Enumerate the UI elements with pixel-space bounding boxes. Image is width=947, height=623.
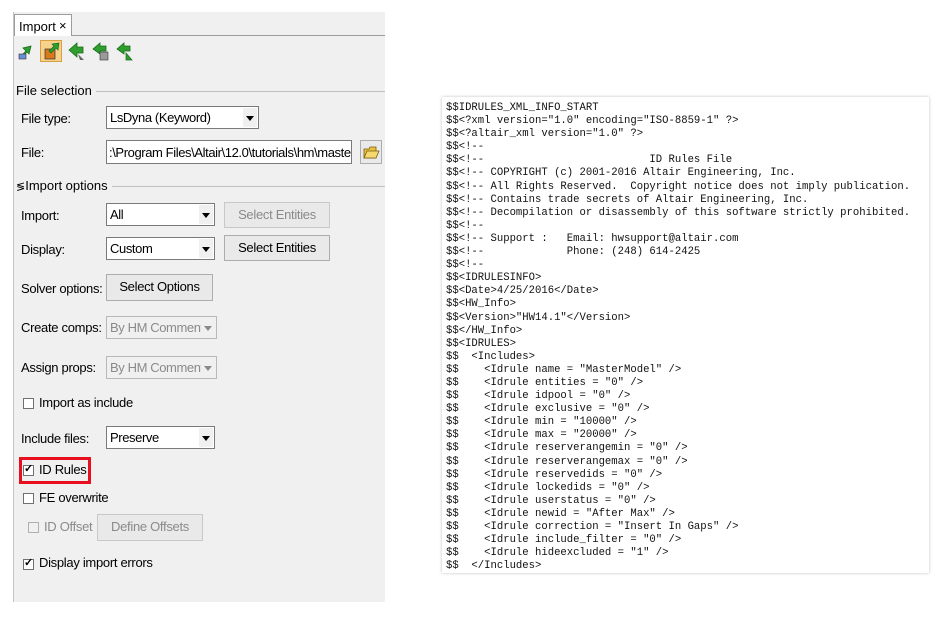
tab-import[interactable]: Import × [14, 14, 72, 36]
display-select[interactable]: Custom [106, 237, 215, 260]
section-divider [106, 186, 385, 187]
include-files-label: Include files: [21, 431, 90, 446]
code-line: $$<?xml version="1.0" encoding="ISO-8859… [446, 115, 739, 128]
code-line: $$ <Idrule newid = "After Max" /> [446, 507, 675, 520]
code-line: $$ <Idrule max = "20000" /> [446, 429, 637, 442]
code-line: $$<!-- Support : Email: hwsupport@altair… [446, 232, 739, 245]
id-rules-file-view: $$IDRULES_XML_INFO_START $$<?xml version=… [442, 97, 929, 573]
import-geometry-icon[interactable] [40, 40, 62, 62]
display-label: Display: [21, 242, 65, 257]
import-as-include-checkbox[interactable] [23, 398, 34, 409]
file-type-value: LsDyna (Keyword) [110, 110, 211, 125]
display-import-errors-label: Display import errors [39, 555, 153, 570]
code-line: $$ <Idrule exclusive = "0" /> [446, 403, 650, 416]
tab-label: Import [19, 19, 56, 34]
code-line: $$<!-- Contains trade secrets of Altair … [446, 193, 809, 206]
code-line: $$<Version>"HW14.1"</Version> [446, 311, 631, 324]
chevron-down-icon [201, 318, 215, 337]
code-line: $$<?altair_xml version="1.0" ?> [446, 128, 644, 141]
file-type-label: File type: [21, 111, 71, 126]
select-entities-button[interactable]: Select Entities [224, 235, 330, 261]
code-line: $$ <Idrule include_filter = "0" /> [446, 534, 682, 547]
import-select[interactable]: All [106, 203, 215, 226]
code-line: $$<IDRULES> [446, 337, 516, 350]
tab-divider [72, 35, 385, 36]
code-line: $$ <Idrule lockedids = "0" /> [446, 481, 650, 494]
code-line: $$ <Idrule entities = "0" /> [446, 376, 644, 389]
fe-overwrite-label: FE overwrite [39, 490, 109, 505]
code-line: $$ <Idrule userstatus = "0" /> [446, 494, 656, 507]
include-files-select[interactable]: Preserve [106, 426, 215, 449]
import-options-title[interactable]: ≶Import options [16, 178, 112, 193]
import-solver-deck-icon[interactable] [66, 40, 88, 62]
file-selection-title: File selection [16, 83, 96, 98]
import-connectors-icon[interactable] [90, 40, 112, 62]
code-line: $$ <Idrule reservedids = "0" /> [446, 468, 663, 481]
id-offset-checkbox [28, 522, 39, 533]
code-line: $$ <Idrule idpool = "0" /> [446, 390, 631, 403]
display-value: Custom [110, 241, 153, 256]
collapse-icon[interactable]: ≶ [16, 181, 25, 193]
select-entities-button-disabled: Select Entities [224, 202, 330, 228]
chevron-down-icon [199, 239, 213, 258]
code-line: $$ <Idrule hideexcluded = "1" /> [446, 547, 669, 560]
code-line: $$ <Idrule reserverangemin = "0" /> [446, 442, 688, 455]
code-line: $$<!-- Decompilation or disassembly of t… [446, 206, 911, 219]
select-options-button[interactable]: Select Options [106, 274, 213, 301]
id-offset-label: ID Offset [44, 519, 93, 534]
assign-props-select: By HM Comments [106, 356, 217, 379]
code-line: $$ <Idrule reserverangemax = "0" /> [446, 455, 688, 468]
code-line: $$ <Idrule correction = "Insert In Gaps"… [446, 521, 739, 533]
id-rules-checkbox[interactable] [23, 462, 34, 476]
file-path-input[interactable]: :\Program Files\Altair\12.0\tutorials\hm… [106, 140, 352, 164]
assign-props-value: By HM Comments [110, 360, 210, 375]
code-line: $$<HW_Info> [446, 298, 516, 311]
code-line: $$ <Idrule min = "10000" /> [446, 416, 637, 429]
import-options-label: Import options [25, 178, 108, 193]
code-line: $$<!-- All Rights Reserved. Copyright no… [446, 180, 911, 193]
import-model-icon[interactable] [16, 40, 38, 62]
import-fe-overlay-icon[interactable] [114, 40, 136, 62]
code-line: $$<Date>4/25/2016</Date> [446, 285, 599, 298]
file-label: File: [21, 145, 45, 160]
chevron-down-icon [243, 108, 257, 127]
code-line: $$<!-- COPYRIGHT (c) 2001-2016 Altair En… [446, 167, 796, 180]
code-line: $$ <Includes> [446, 350, 536, 363]
code-line: $$<!-- [446, 141, 485, 154]
code-line: $$<!-- [446, 219, 485, 232]
solver-options-label: Solver options: [21, 281, 103, 296]
code-line: $$<!-- ID Rules File [446, 154, 733, 167]
code-text: $$IDRULES_XML_INFO_START $$<?xml version=… [446, 102, 910, 573]
code-line: $$<!-- [446, 259, 485, 272]
open-folder-icon[interactable] [360, 140, 382, 164]
assign-props-label: Assign props: [21, 360, 96, 375]
code-line: $$IDRULES_XML_INFO_START [446, 102, 599, 114]
chevron-down-icon [199, 428, 213, 447]
import-label: Import: [21, 208, 60, 223]
import-value: All [110, 207, 124, 222]
create-comps-label: Create comps: [21, 320, 102, 335]
id-rules-label: ID Rules [39, 462, 87, 477]
display-import-errors-checkbox[interactable] [23, 556, 34, 570]
code-line: $$<!-- Phone: (248) 614-2425 [446, 246, 701, 259]
code-line: $$<IDRULESINFO> [446, 272, 542, 285]
code-line: $$ </Includes> [446, 560, 542, 573]
import-as-include-label: Import as include [39, 395, 133, 410]
chevron-down-icon [199, 205, 213, 224]
create-comps-select: By HM Comments [106, 316, 217, 339]
fe-overwrite-checkbox[interactable] [23, 493, 34, 504]
file-path-value: :\Program Files\Altair\12.0\tutorials\hm… [109, 145, 352, 160]
create-comps-value: By HM Comments [110, 320, 210, 335]
define-offsets-button: Define Offsets [97, 514, 203, 541]
include-files-value: Preserve [110, 430, 159, 445]
file-type-select[interactable]: LsDyna (Keyword) [106, 106, 259, 129]
code-line: $$</HW_Info> [446, 324, 523, 337]
import-panel: Import × File selection File type: LsDyn… [13, 12, 385, 602]
chevron-down-icon [201, 358, 215, 377]
code-line: $$ <Idrule name = "MasterModel" /> [446, 363, 682, 376]
close-icon[interactable]: × [59, 18, 67, 33]
section-divider [86, 91, 385, 92]
